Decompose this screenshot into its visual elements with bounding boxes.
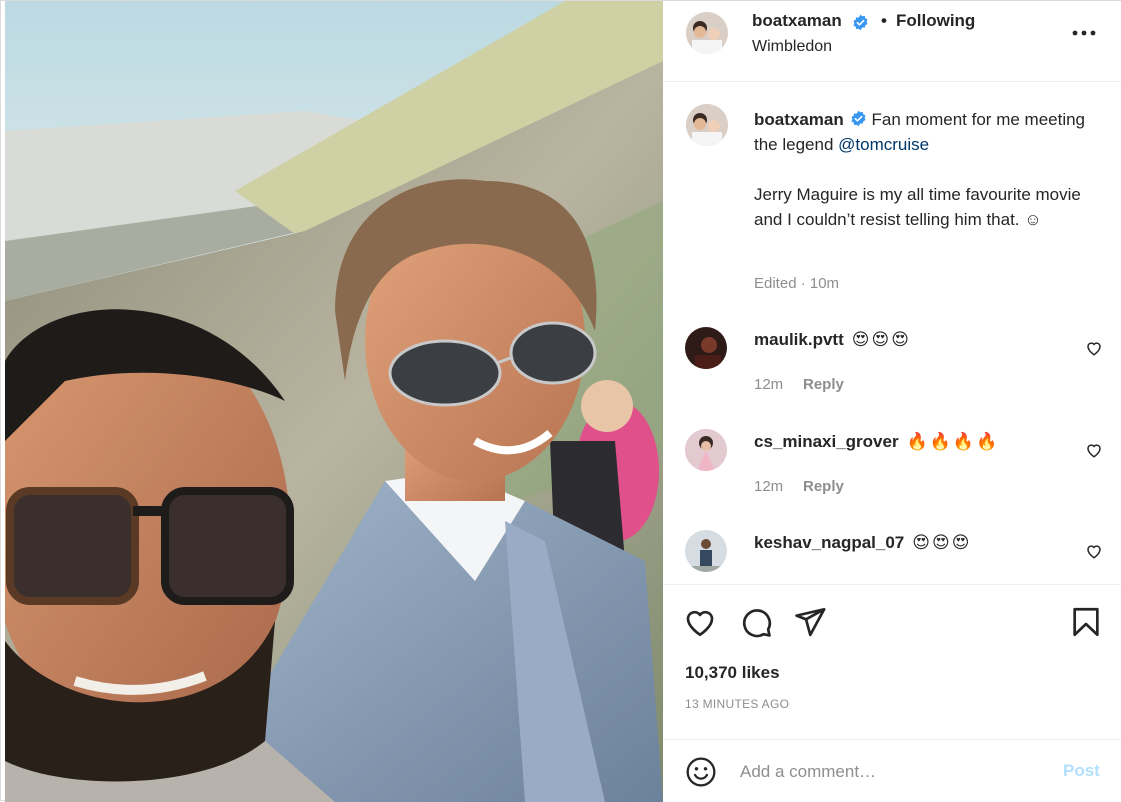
verified-badge-icon (851, 110, 866, 127)
comment-text: 😍😍😍 (851, 330, 911, 349)
post-comment-button[interactable]: Post (1063, 761, 1100, 781)
photo-illustration (5, 1, 663, 802)
verified-badge-icon (853, 14, 868, 31)
commenter-username[interactable]: keshav_nagpal_07 (754, 533, 904, 552)
post-location[interactable]: Wimbledon (752, 38, 832, 56)
comment-icon[interactable] (739, 605, 773, 639)
comment-line: maulik.pvtt 😍😍😍 (754, 330, 911, 350)
caption-text: boatxaman Fan moment for me meeting the … (754, 107, 1094, 232)
commenter-username[interactable]: cs_minaxi_grover (754, 432, 899, 451)
commenter-avatar[interactable] (685, 327, 727, 369)
post-photo[interactable] (5, 1, 663, 802)
following-button[interactable]: Following (896, 11, 975, 31)
comment-time: 12m (754, 376, 784, 393)
post-side-panel: boatxaman • Following Wimbledon boatxama… (663, 1, 1121, 802)
caption-mention-link[interactable]: @tomcruise (838, 135, 929, 154)
add-comment-bar: Post (663, 739, 1121, 802)
comment-item: maulik.pvtt 😍😍😍 12m Reply (663, 327, 1121, 423)
comment-input[interactable] (740, 758, 1040, 786)
bookmark-icon[interactable] (1069, 605, 1103, 639)
heart-icon[interactable] (683, 605, 717, 639)
comment-text: 😍😍😍 (912, 533, 972, 552)
commenter-avatar[interactable] (685, 530, 727, 572)
author-avatar[interactable] (686, 12, 728, 54)
post-actions: 10,370 likes 13 MINUTES AGO (663, 584, 1121, 739)
comment-line: cs_minaxi_grover 🔥🔥🔥🔥 (754, 432, 999, 452)
emoji-icon[interactable] (685, 756, 717, 788)
commenter-avatar[interactable] (685, 429, 727, 471)
caption-avatar[interactable] (686, 104, 728, 146)
caption-username[interactable]: boatxaman (754, 110, 844, 129)
reply-button[interactable]: Reply (803, 478, 844, 495)
post-time-ago[interactable]: 13 MINUTES AGO (685, 697, 789, 711)
comment-time: 12m (754, 478, 784, 495)
post-header: boatxaman • Following Wimbledon (663, 1, 1121, 82)
comment-item: keshav_nagpal_07 😍😍😍 (663, 530, 1121, 584)
post-dialog: boatxaman • Following Wimbledon boatxama… (0, 0, 1121, 802)
likes-count[interactable]: 10,370 likes (685, 663, 780, 683)
comment-like-heart-icon[interactable] (1085, 339, 1103, 357)
commenter-username[interactable]: maulik.pvtt (754, 330, 844, 349)
caption-edited-time: Edited · 10m (754, 275, 840, 292)
author-username[interactable]: boatxaman (752, 11, 842, 31)
more-options-icon[interactable] (1071, 23, 1097, 43)
comment-like-heart-icon[interactable] (1085, 542, 1103, 560)
caption-body-second: Jerry Maguire is my all time favourite m… (754, 185, 1081, 229)
reply-button[interactable]: Reply (803, 376, 844, 393)
comment-text: 🔥🔥🔥🔥 (906, 432, 1000, 451)
comment-like-heart-icon[interactable] (1085, 441, 1103, 459)
separator-dot: • (881, 11, 887, 30)
share-icon[interactable] (793, 605, 827, 639)
comment-line: keshav_nagpal_07 😍😍😍 (754, 533, 971, 553)
comment-item: cs_minaxi_grover 🔥🔥🔥🔥 12m Reply (663, 429, 1121, 525)
